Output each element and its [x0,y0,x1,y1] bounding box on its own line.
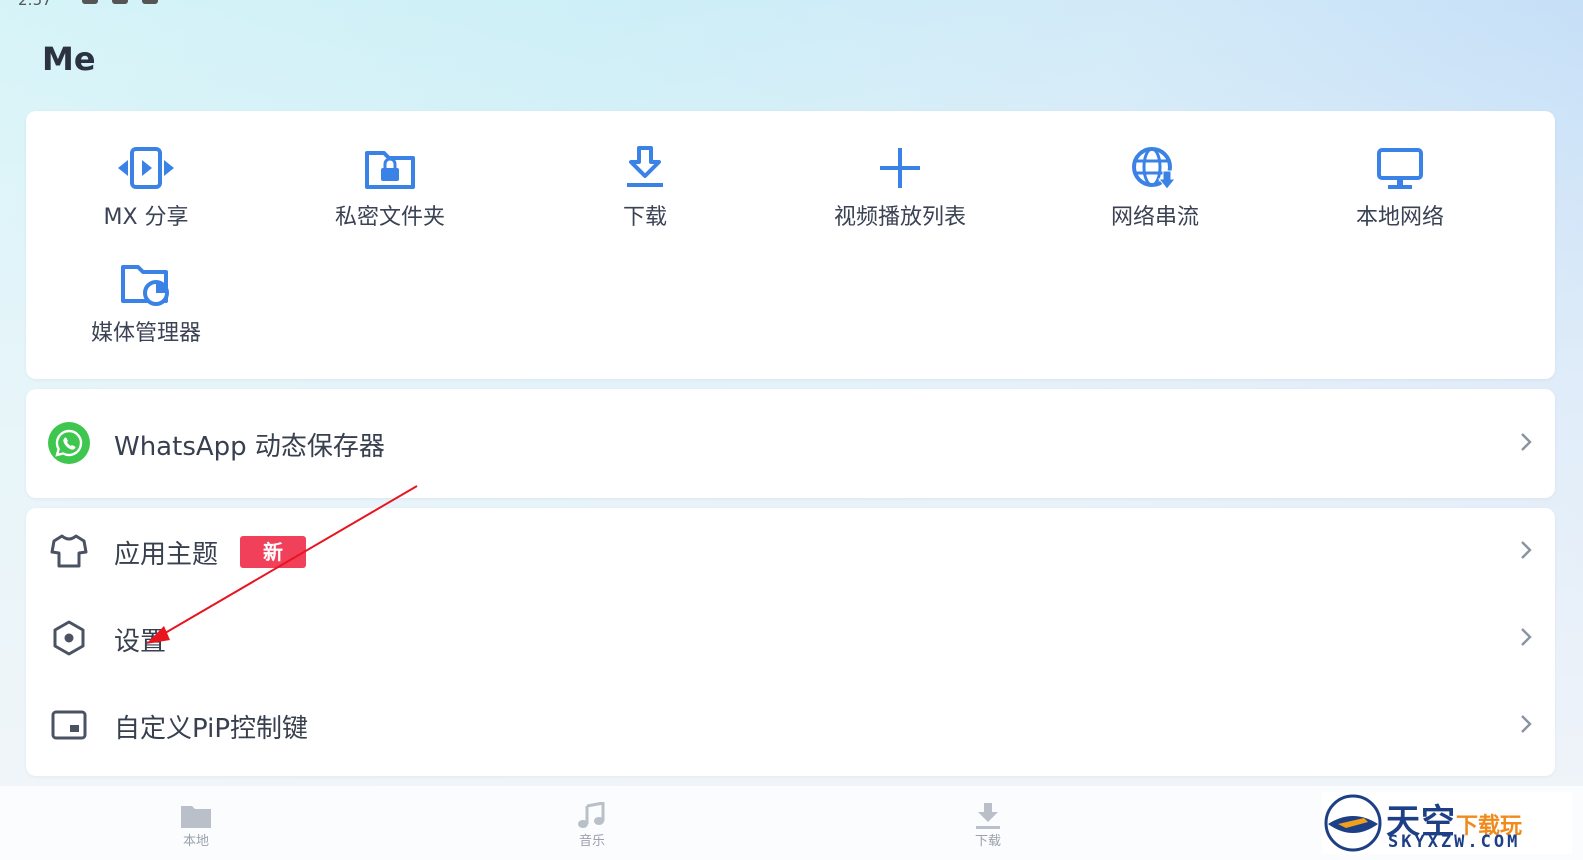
status-icon [82,0,98,4]
tool-video-playlist[interactable]: 视频播放列表 [780,145,1020,255]
nav-item-local[interactable]: 本地 [136,802,256,849]
tool-private-folder[interactable]: 私密文件夹 [270,145,510,255]
status-bar: 2:57 [0,0,1583,10]
tool-local-network[interactable]: 本地网络 [1280,145,1520,255]
status-icon [142,0,158,4]
custom-pip-controls-row[interactable]: 自定义PiP控制键 [26,682,1555,768]
nav-label: 本地 [182,834,209,849]
tool-label: 下载 [622,205,667,230]
chevron-right-icon [1521,715,1532,733]
chevron-right-icon [1521,541,1532,559]
watermark-url: SKYXZW.COM [1388,832,1521,852]
tool-download[interactable]: 下载 [525,145,765,255]
whatsapp-status-saver-row[interactable]: WhatsApp 动态保存器 [26,400,1555,486]
whatsapp-icon [48,422,90,464]
page-title: Me [42,40,96,78]
tshirt-icon [50,534,88,568]
nav-item-music[interactable]: 音乐 [532,802,652,849]
mx-share-icon [118,147,174,189]
pip-icon [51,710,87,740]
status-icon [112,0,128,4]
folder-pie-icon [121,265,169,306]
status-time: 2:57 [18,0,52,9]
app-theme-row[interactable]: 应用主题 新 [26,508,1555,594]
hexagon-gear-icon [53,620,85,656]
plus-icon [880,148,920,188]
download-icon [976,803,1000,829]
chevron-right-icon [1521,628,1532,646]
chevron-right-icon [1521,433,1532,451]
tool-label: MX 分享 [103,205,189,230]
nav-label: 下载 [974,834,1001,849]
settings-card: 应用主题 新 设置 自定义PiP控制键 [26,508,1555,776]
private-folder-icon [365,151,415,189]
row-label: 自定义PiP控制键 [114,714,309,744]
row-label: 应用主题 [114,540,219,570]
whatsapp-card: WhatsApp 动态保存器 [26,389,1555,498]
tools-card: MX 分享 私密文件夹 下载 视频播放列表 网络串流 本地网络 媒体管理器 [26,111,1555,379]
tool-mx-share[interactable]: MX 分享 [26,145,266,255]
tool-label: 媒体管理器 [90,321,201,346]
globe-download-icon [1132,147,1177,190]
row-label: 设置 [114,627,167,657]
tool-network-stream[interactable]: 网络串流 [1035,145,1275,255]
tool-label: 本地网络 [1355,205,1444,230]
nav-label: 音乐 [578,834,605,849]
folder-icon [181,806,211,828]
tool-label: 网络串流 [1110,205,1199,230]
nav-item-download[interactable]: 下载 [928,802,1048,849]
tool-label: 视频播放列表 [833,205,966,230]
music-note-icon [578,802,605,828]
tool-media-manager[interactable]: 媒体管理器 [26,261,266,371]
new-badge: 新 [240,536,306,568]
monitor-icon [1377,148,1423,189]
tool-label: 私密文件夹 [334,205,445,230]
row-label: WhatsApp 动态保存器 [114,432,385,462]
settings-row[interactable]: 设置 [26,595,1555,681]
watermark: 天空下载玩 SKYXZW.COM [1322,792,1572,854]
download-icon [627,146,663,187]
watermark-logo-icon [1324,794,1382,852]
